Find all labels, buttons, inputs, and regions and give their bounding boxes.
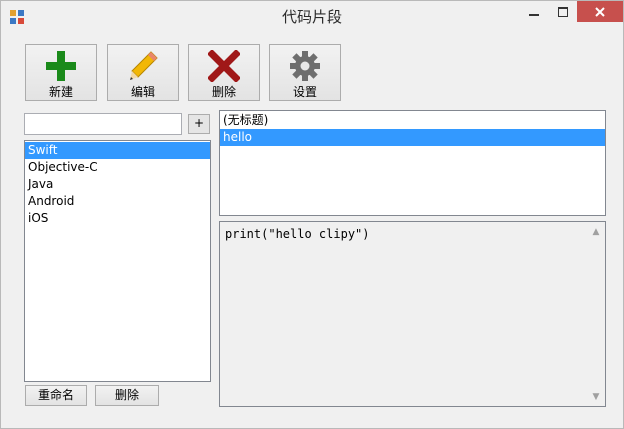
new-button[interactable]: 新建: [25, 44, 97, 101]
plus-icon: [46, 51, 76, 81]
snippet-list[interactable]: (无标题) hello: [219, 110, 606, 216]
maximize-icon: [558, 7, 568, 17]
settings-label: 设置: [292, 85, 317, 99]
close-icon: [595, 6, 605, 17]
delete-label: 删除: [211, 85, 236, 99]
code-text: print("hello clipy"): [225, 227, 370, 241]
minimize-icon: [529, 14, 539, 16]
list-item[interactable]: Swift: [25, 142, 210, 159]
new-label: 新建: [48, 85, 73, 99]
minimize-button[interactable]: [519, 1, 549, 23]
scroll-up-icon[interactable]: ▲: [591, 227, 601, 237]
list-item[interactable]: Objective-C: [25, 159, 210, 176]
rename-button[interactable]: 重命名: [25, 385, 87, 406]
scroll-down-icon[interactable]: ▼: [591, 392, 601, 402]
code-textarea[interactable]: print("hello clipy") ▲ ▼: [219, 221, 606, 407]
list-item[interactable]: hello: [220, 129, 605, 146]
list-item[interactable]: iOS: [25, 210, 210, 227]
edit-label: 编辑: [130, 85, 155, 99]
main-window: 代码片段 新建 编辑 删除 设置 + Swift Objective-C Jav…: [0, 0, 624, 429]
search-input[interactable]: [24, 113, 182, 135]
close-button[interactable]: [577, 1, 623, 22]
list-item[interactable]: Android: [25, 193, 210, 210]
edit-button[interactable]: 编辑: [107, 44, 179, 101]
pencil-icon: [130, 51, 158, 80]
maximize-button[interactable]: [548, 1, 578, 23]
cross-icon: [208, 50, 240, 82]
list-item[interactable]: (无标题): [220, 112, 605, 129]
list-item[interactable]: Java: [25, 176, 210, 193]
delete-button[interactable]: 删除: [188, 44, 260, 101]
settings-button[interactable]: 设置: [269, 44, 341, 101]
title-bar: 代码片段: [1, 1, 623, 31]
category-list[interactable]: Swift Objective-C Java Android iOS: [24, 140, 211, 382]
add-category-button[interactable]: +: [188, 114, 210, 134]
delete-category-button[interactable]: 删除: [95, 385, 159, 406]
gear-icon: [290, 51, 320, 81]
